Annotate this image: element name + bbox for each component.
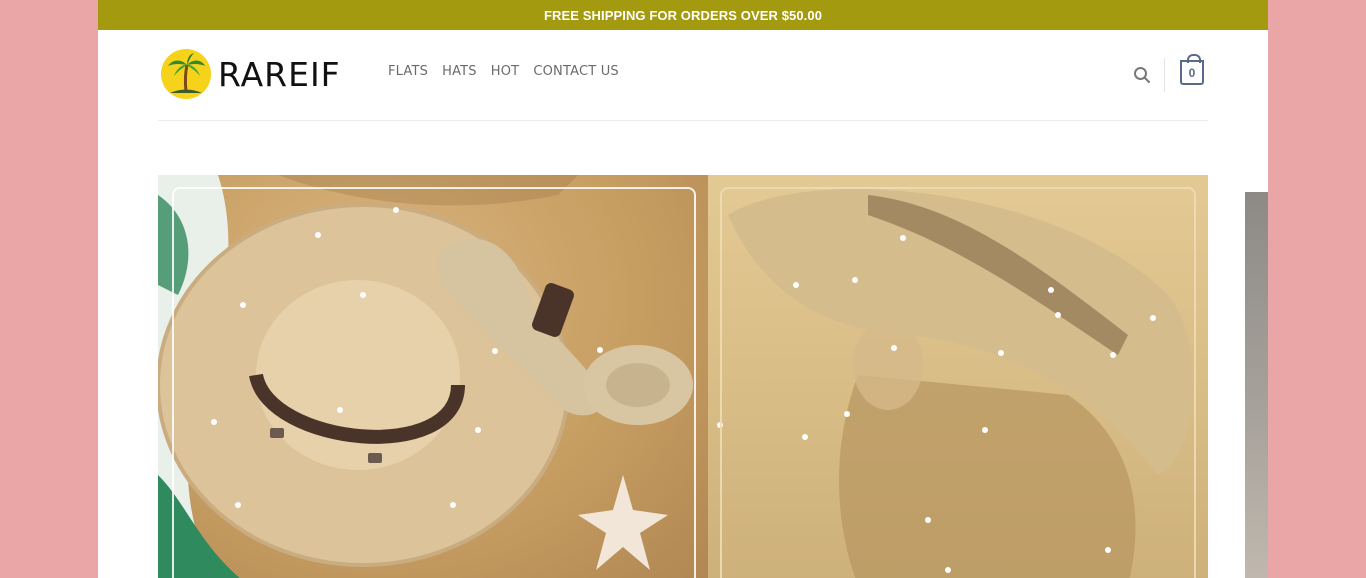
hero-image-woman-in-hat (708, 175, 1208, 578)
main-nav: FLATS HATS HOT CONTACT US (388, 64, 619, 79)
slide-frame (172, 187, 696, 578)
logo-text: RAREIF (218, 54, 341, 94)
next-slide-peek[interactable] (1245, 192, 1268, 578)
search-icon (1134, 67, 1150, 83)
promo-bar: FREE SHIPPING FOR ORDERS OVER $50.00 (98, 0, 1268, 30)
cart-count: 0 (1188, 65, 1196, 80)
logo-link[interactable]: RAREIF (160, 48, 341, 100)
nav-item-flats[interactable]: FLATS (388, 64, 428, 79)
header-divider (1164, 58, 1165, 92)
hero-slider[interactable] (158, 175, 1208, 578)
nav-item-hats[interactable]: HATS (442, 64, 477, 79)
slide-frame (720, 187, 1196, 578)
nav-item-hot[interactable]: HOT (491, 64, 520, 79)
header-rule (158, 120, 1208, 121)
palm-tree-sun-icon (161, 49, 211, 99)
page-container: FREE SHIPPING FOR ORDERS OVER $50.00 RAR… (98, 0, 1268, 578)
site-header: RAREIF FLATS HATS HOT CONTACT US 0 (98, 30, 1268, 120)
nav-item-contact-us[interactable]: CONTACT US (533, 64, 619, 79)
promo-text: FREE SHIPPING FOR ORDERS OVER $50.00 (543, 7, 823, 23)
search-button[interactable] (1132, 65, 1152, 85)
hero-image-hats-on-sand (158, 175, 708, 578)
cart-button[interactable]: 0 (1180, 54, 1204, 85)
